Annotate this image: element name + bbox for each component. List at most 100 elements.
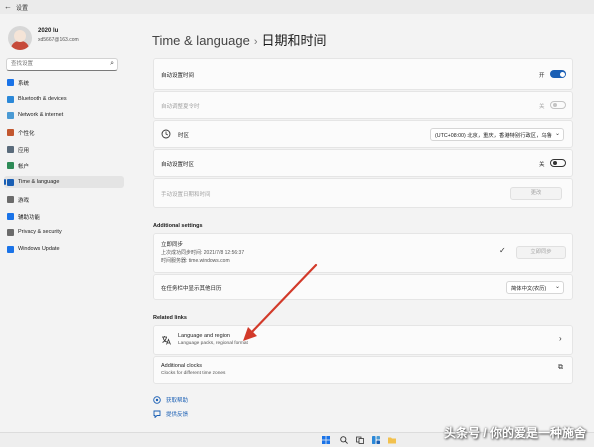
additional-settings-heading: Additional settings — [153, 223, 203, 229]
timezone-dropdown[interactable]: (UTC+08:00) 北京，重庆，香港特别行政区，乌鲁 ⌄ — [430, 128, 564, 141]
sidebar-item-帐户[interactable]: 帐户 — [4, 159, 124, 171]
start-icon[interactable] — [322, 436, 330, 444]
search-icon[interactable] — [340, 436, 348, 444]
sidebar-item-游戏[interactable]: 游戏 — [4, 193, 124, 205]
sidebar-item-label: Time & language — [18, 179, 60, 186]
search-box[interactable]: ⌕ — [6, 58, 118, 71]
calendar-dropdown[interactable]: 简体中文(农历) ⌄ — [506, 281, 564, 294]
apps-icon — [7, 145, 14, 153]
sidebar-item-个性化[interactable]: 个性化 — [4, 126, 124, 138]
sidebar-item-辅助功能[interactable]: 辅助功能 — [4, 210, 124, 222]
sidebar-item-time-language[interactable]: Time & language — [4, 176, 124, 189]
sidebar: 2020 lu xd5667@163.com ⌕ 系统 Bluetooth & d… — [0, 14, 130, 432]
auto-time-toggle[interactable] — [550, 70, 566, 78]
sync-server: 时间服务器: time.windows.com — [161, 258, 230, 264]
wifi-icon — [7, 112, 14, 120]
sidebar-item-label: 游戏 — [18, 197, 30, 204]
sidebar-item-label: 系统 — [18, 81, 30, 87]
timezone-row: 时区 (UTC+08:00) 北京，重庆，香港特别行政区，乌鲁 ⌄ — [153, 120, 573, 148]
calendar-row: 在任务栏中显示其他日历 简体中文(农历) ⌄ — [153, 274, 573, 300]
timezone-label: 时区 — [178, 133, 190, 139]
feedback-label[interactable]: 提供反馈 — [166, 410, 188, 418]
auto-dst-toggle — [550, 101, 566, 109]
additional-clocks-title: Additional clocks — [161, 363, 202, 369]
sidebar-item-label: Bluetooth & devices — [18, 95, 67, 102]
sidebar-item-label: Windows Update — [18, 245, 60, 252]
additional-clocks-subtitle: Clocks for different time zones — [161, 371, 226, 376]
change-button: 更改 — [510, 187, 562, 200]
related-links-heading: Related links — [153, 315, 187, 321]
auto-timezone-row: 自动设置时区 关 — [153, 149, 573, 177]
sidebar-item-label: 应用 — [18, 147, 30, 154]
chevron-down-icon: ⌄ — [554, 131, 560, 137]
globe-clock-icon — [161, 129, 171, 139]
nav-list: 系统 Bluetooth & devices Network & internet 个… — [4, 76, 124, 260]
app-title: 设置 — [16, 6, 29, 12]
sidebar-item-privacy-security[interactable]: Privacy & security — [4, 226, 124, 238]
shield-icon — [7, 229, 14, 237]
sidebar-item-系统[interactable]: 系统 — [4, 76, 124, 88]
user-profile[interactable]: 2020 lu xd5667@163.com — [8, 26, 128, 56]
bluetooth-icon — [7, 95, 14, 103]
sidebar-item-label: 帐户 — [18, 164, 30, 171]
get-help-link[interactable]: 获取帮助 — [153, 395, 233, 405]
calendar-value: 简体中文(农历) — [511, 286, 547, 292]
feedback-icon — [153, 410, 161, 418]
get-help-label[interactable]: 获取帮助 — [166, 396, 188, 404]
language-region-title: Language and region — [178, 333, 230, 339]
check-icon: ✓ — [499, 246, 506, 255]
chevron-right-icon: › — [559, 334, 562, 343]
breadcrumb-parent[interactable]: Time & language — [152, 33, 250, 48]
search-icon[interactable]: ⌕ — [110, 60, 114, 68]
sidebar-item-label: Network & internet — [18, 112, 64, 119]
language-region-subtitle: Language packs, regional format — [178, 341, 248, 346]
auto-time-row: 自动设置时间 开 — [153, 58, 573, 90]
widgets-icon[interactable] — [372, 436, 380, 444]
sync-row: 立即同步 上次成功同步时间: 2021/7/8 12:56:37 时间服务器: … — [153, 233, 573, 273]
sidebar-item-label: 辅助功能 — [18, 214, 41, 221]
update-icon — [7, 245, 14, 253]
clock-globe-icon — [7, 179, 14, 187]
sidebar-item-label: Privacy & security — [18, 229, 62, 236]
sidebar-item-network-internet[interactable]: Network & internet — [4, 109, 124, 121]
auto-dst-row: 自动调整夏令时 关 — [153, 91, 573, 119]
breadcrumb-separator: › — [253, 36, 258, 48]
manual-time-row: 手动设置日期和时间 更改 — [153, 178, 573, 208]
task-view-icon[interactable] — [356, 436, 364, 444]
avatar — [8, 26, 32, 50]
auto-timezone-state: 关 — [539, 162, 545, 168]
help-icon — [153, 396, 161, 404]
sync-now-button: 立即同步 — [516, 246, 566, 259]
auto-dst-label: 自动调整夏令时 — [161, 104, 200, 110]
external-link-icon: ⧉ — [558, 364, 563, 371]
brush-icon — [7, 129, 14, 137]
sidebar-item-windows-update[interactable]: Windows Update — [4, 243, 124, 255]
watermark: 头条号 / 你的爱是一种施舍 — [443, 426, 586, 440]
sidebar-item-label: 个性化 — [18, 131, 35, 138]
search-input[interactable] — [11, 60, 103, 68]
auto-time-state: 开 — [539, 73, 545, 79]
breadcrumb-current: 日期和时间 — [261, 33, 327, 48]
sidebar-item-应用[interactable]: 应用 — [4, 143, 124, 155]
language-region-link[interactable]: Language and region Language packs, regi… — [153, 325, 573, 355]
monitor-icon — [7, 79, 14, 86]
language-icon — [162, 336, 171, 345]
person-icon — [7, 162, 14, 170]
file-explorer-icon[interactable] — [388, 436, 396, 444]
additional-clocks-link[interactable]: Additional clocks Clocks for different t… — [153, 356, 573, 384]
sync-last-time: 上次成功同步时间: 2021/7/8 12:56:37 — [161, 250, 245, 256]
manual-time-label: 手动设置日期和时间 — [161, 192, 211, 198]
timezone-value: (UTC+08:00) 北京，重庆，香港特别行政区，乌鲁 — [435, 133, 552, 139]
profile-name: 2020 lu — [38, 28, 59, 34]
auto-timezone-toggle[interactable] — [550, 159, 566, 167]
auto-time-label: 自动设置时间 — [161, 73, 195, 79]
accessibility-icon — [7, 212, 14, 220]
gamepad-icon — [7, 195, 14, 203]
auto-dst-state: 关 — [539, 104, 545, 110]
calendar-label: 在任务栏中显示其他日历 — [161, 286, 222, 292]
feedback-link[interactable]: 提供反馈 — [153, 409, 233, 419]
profile-email: xd5667@163.com — [38, 37, 79, 43]
sidebar-item-bluetooth-devices[interactable]: Bluetooth & devices — [4, 93, 124, 105]
back-arrow-icon[interactable]: ← — [4, 2, 14, 12]
sync-label: 立即同步 — [161, 242, 184, 248]
